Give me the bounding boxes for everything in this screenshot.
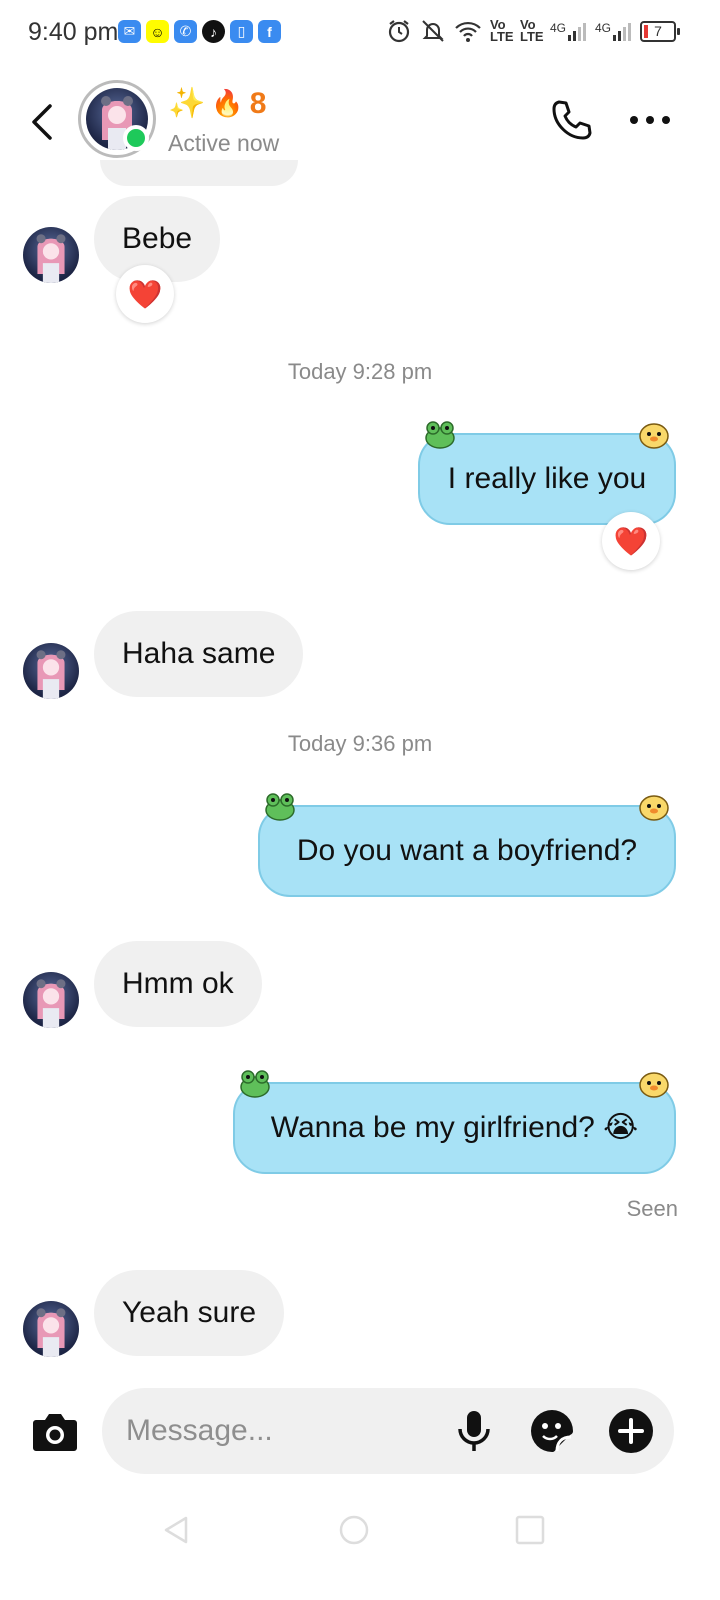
phone-icon	[552, 100, 592, 140]
nav-home-icon[interactable]	[338, 1514, 370, 1546]
messenger-icon: ✉	[118, 20, 141, 43]
sparkles-emoji: ✨	[168, 87, 206, 120]
frog-sticker-icon	[425, 421, 455, 449]
microphone-icon	[458, 1411, 490, 1451]
duck-sticker-icon	[639, 1072, 669, 1098]
status-bar: 9:40 pm ✉ ☺ ✆ ♪ ▯ f Vo LTE Vo LTE 4G 4G …	[0, 0, 720, 66]
snapchat-icon: ☺	[146, 20, 169, 43]
contact-name[interactable]: ✨ 🔥 8	[168, 86, 266, 121]
volte-label-2: Vo LTE	[519, 17, 544, 44]
previous-message-bubble	[100, 160, 298, 186]
incoming-message[interactable]: Haha same	[94, 611, 304, 697]
timestamp: Today 9:28 pm	[287, 359, 433, 384]
sim-toolkit-icon: ▯	[230, 20, 253, 43]
facebook-icon: f	[258, 20, 281, 43]
timestamp: Today 9:36 pm	[287, 731, 433, 756]
incoming-message[interactable]: Yeah sure	[94, 1270, 285, 1356]
avatar-image	[36, 1308, 66, 1357]
outgoing-message[interactable]: Wanna be my girlfriend? 😭	[233, 1082, 676, 1174]
duck-sticker-icon	[639, 795, 669, 821]
contact-avatar-small[interactable]	[23, 643, 79, 699]
notification-icons: ✉ ☺ ✆ ♪ ▯ f	[118, 20, 281, 43]
nav-back-icon[interactable]	[160, 1514, 192, 1546]
signal-bars-icon	[613, 23, 631, 41]
more-media-button[interactable]	[607, 1407, 655, 1455]
sticker-button[interactable]	[528, 1407, 576, 1455]
active-status: Active now	[168, 130, 280, 156]
call-button[interactable]	[548, 96, 596, 144]
incoming-message[interactable]: Hmm ok	[94, 941, 262, 1027]
duck-sticker-icon	[639, 423, 669, 449]
signal-4g-2: 4G	[595, 21, 632, 41]
signal-4g-1: 4G	[550, 21, 587, 41]
tiktok-icon: ♪	[202, 20, 225, 43]
more-options-button[interactable]	[626, 96, 674, 144]
online-dot	[123, 125, 149, 151]
signal-bars-icon	[567, 23, 586, 41]
streak-count: 8	[249, 86, 267, 120]
avatar-image	[36, 650, 66, 699]
more-icon	[630, 116, 670, 124]
plus-circle-icon	[609, 1409, 653, 1453]
alarm-icon	[388, 20, 410, 43]
back-arrow-icon[interactable]	[28, 102, 58, 142]
outgoing-message[interactable]: Do you want a boyfriend?	[258, 805, 676, 897]
nav-recents-icon[interactable]	[514, 1514, 546, 1546]
streak-emoji: 🔥	[211, 88, 244, 118]
sticker-icon	[531, 1410, 573, 1452]
status-time: 9:40 pm	[28, 18, 119, 46]
battery-icon: 7	[640, 20, 680, 42]
volte-label-1: Vo LTE	[489, 17, 514, 44]
heart-reaction[interactable]: ❤️	[602, 512, 660, 570]
mute-bell-icon	[422, 20, 444, 42]
contact-avatar-small[interactable]	[23, 972, 79, 1028]
camera-icon[interactable]	[30, 1408, 80, 1454]
wifi-icon	[455, 21, 481, 42]
frog-sticker-icon	[240, 1070, 270, 1098]
voice-message-button[interactable]	[450, 1407, 498, 1455]
frog-sticker-icon	[265, 793, 295, 821]
contact-avatar-small[interactable]	[23, 1301, 79, 1357]
system-nav-bar	[0, 1500, 720, 1600]
seen-status: Seen	[626, 1196, 678, 1221]
heart-reaction[interactable]: ❤️	[116, 265, 174, 323]
avatar-image	[36, 234, 66, 283]
contact-avatar-small[interactable]	[23, 227, 79, 283]
avatar-image	[36, 979, 66, 1028]
missed-call-icon: ✆	[174, 20, 197, 43]
system-indicators: Vo LTE Vo LTE 4G 4G 7	[386, 17, 680, 44]
message-input[interactable]	[126, 1408, 446, 1454]
